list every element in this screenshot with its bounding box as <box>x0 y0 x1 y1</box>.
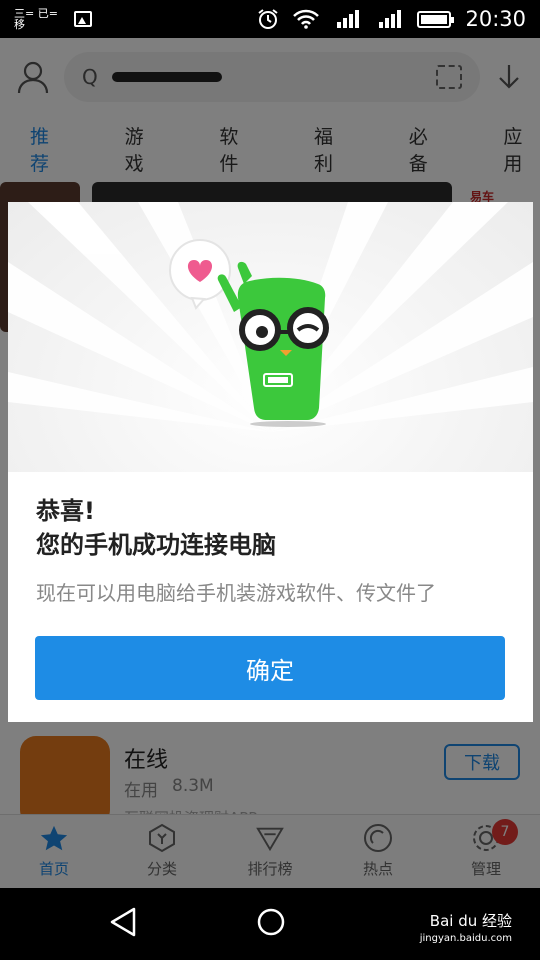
baidu-watermark: Bai du 经验 jingyan.baidu.com <box>420 912 512 948</box>
status-left: 三= 已=移 <box>14 8 257 30</box>
watermark-brand: Bai du 经验 <box>429 912 512 930</box>
dialog-title-line1: 恭喜! <box>36 497 95 525</box>
watermark-url: jingyan.baidu.com <box>419 933 512 944</box>
signal-3g-icon <box>333 8 361 31</box>
alarm-icon <box>258 9 279 29</box>
mascot-illustration <box>169 239 329 427</box>
home-icon[interactable] <box>255 906 287 938</box>
battery-icon <box>417 10 455 28</box>
photo-icon <box>74 11 92 27</box>
confirm-button[interactable]: 确定 <box>35 636 505 700</box>
wifi-icon <box>293 9 320 29</box>
dialog-title: 恭喜! 您的手机成功连接电脑 <box>36 494 276 562</box>
status-bar: 三= 已=移 20:30 <box>0 0 540 38</box>
signal-g-icon <box>375 8 403 31</box>
clock-time: 20:30 <box>465 7 526 31</box>
dialog-title-line2: 您的手机成功连接电脑 <box>36 531 276 559</box>
notification-text: 三= 已=移 <box>14 7 58 31</box>
dialog-hero <box>8 202 533 472</box>
status-right: 20:30 <box>257 7 526 31</box>
dialog-description: 现在可以用电脑给手机装游戏软件、传文件了 <box>36 581 436 605</box>
connection-success-dialog: 恭喜! 您的手机成功连接电脑 现在可以用电脑给手机装游戏软件、传文件了 确定 <box>8 202 533 722</box>
back-icon[interactable] <box>108 906 138 938</box>
